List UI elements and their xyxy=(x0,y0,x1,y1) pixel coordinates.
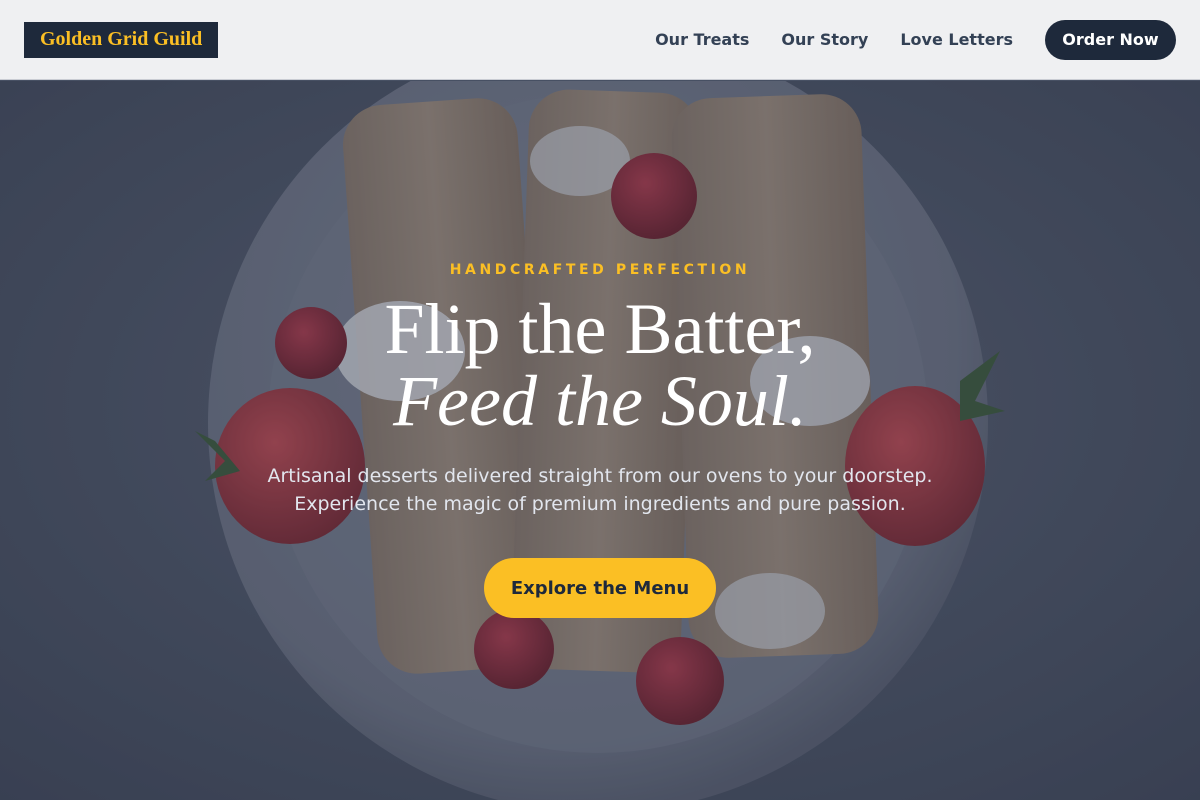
hero-headline-line2: Feed the Soul. xyxy=(393,361,807,441)
hero-content: HANDCRAFTED PERFECTION Flip the Batter, … xyxy=(0,81,1200,800)
hero-headline-line1: Flip the Batter, xyxy=(384,289,816,369)
hero-eyebrow: HANDCRAFTED PERFECTION xyxy=(449,262,751,278)
logo[interactable]: Golden Grid Guild xyxy=(24,21,219,58)
explore-menu-button[interactable]: Explore the Menu xyxy=(484,558,716,618)
main-nav: Our Treats Our Story Love Letters xyxy=(655,30,1013,49)
nav-link-our-story[interactable]: Our Story xyxy=(781,30,868,49)
nav-link-our-treats[interactable]: Our Treats xyxy=(655,30,749,49)
hero-subtext-line1: Artisanal desserts delivered straight fr… xyxy=(267,465,933,487)
nav-link-love-letters[interactable]: Love Letters xyxy=(900,30,1013,49)
hero-subtext-line2: Experience the magic of premium ingredie… xyxy=(294,493,906,515)
site-header: Golden Grid Guild Our Treats Our Story L… xyxy=(0,0,1200,80)
hero-subtext: Artisanal desserts delivered straight fr… xyxy=(250,462,950,518)
order-now-button[interactable]: Order Now xyxy=(1045,19,1176,60)
hero-section: HANDCRAFTED PERFECTION Flip the Batter, … xyxy=(0,81,1200,800)
